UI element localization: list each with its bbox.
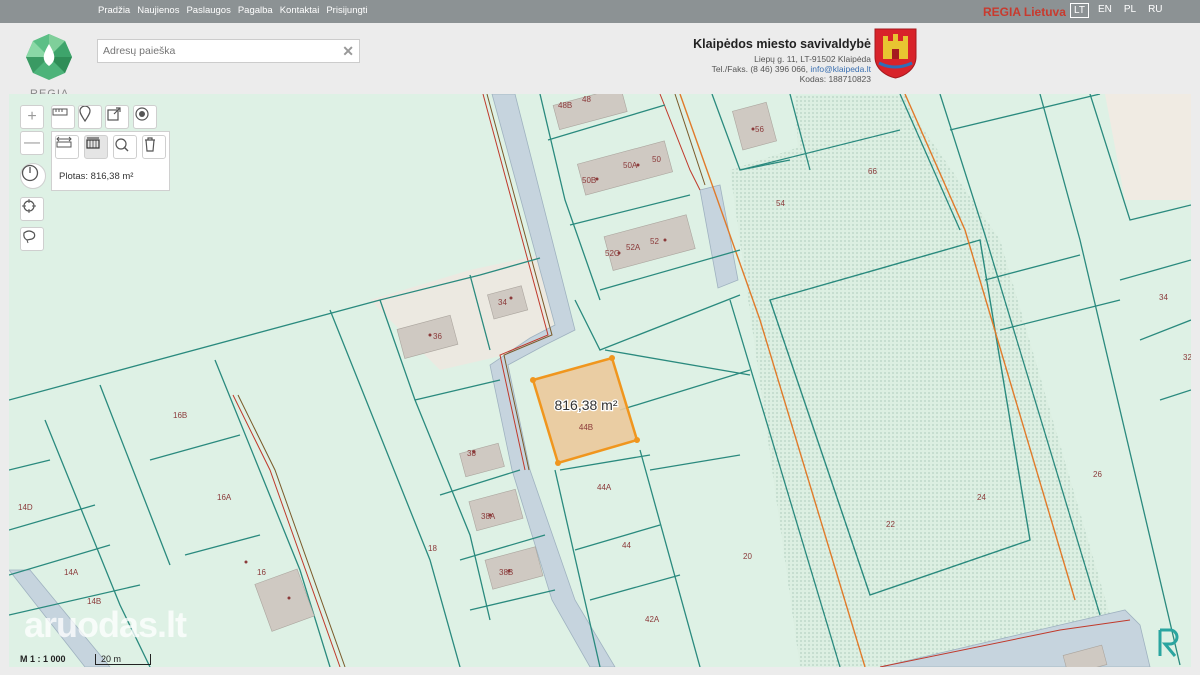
aruodas-watermark: aruodas.lt <box>24 604 187 645</box>
parcel-label: 14A <box>64 568 79 577</box>
crosshair-icon <box>22 199 36 213</box>
municipality-code: Kodas: 188710823 <box>799 74 871 84</box>
scale-ratio: M 1 : 1 000 <box>20 654 66 664</box>
nav-item-login[interactable]: Prisijungti <box>326 5 367 16</box>
parcel-label: 50A <box>623 161 638 170</box>
parcel-label: 44 <box>622 541 631 550</box>
selected-parcel-number: 44B <box>579 423 593 432</box>
parcel-label: 42A <box>645 615 660 624</box>
parcel-label: 38 <box>467 449 476 458</box>
page-header: REGIA ✕ Klaipėdos miesto savivaldybė Lie… <box>0 23 1200 100</box>
selected-area-label: 816,38 m² <box>554 397 617 413</box>
municipality-contacts: Tel./Faks. (8 46) 396 066, info@klaipeda… <box>693 64 871 74</box>
trash-icon <box>145 137 155 152</box>
lang-en[interactable]: EN <box>1095 3 1115 18</box>
map-scale: M 1 : 1 000 <box>20 654 66 664</box>
parcel-label: 16B <box>173 411 187 420</box>
language-switcher: LT EN PL RU <box>1070 3 1166 18</box>
parcel-label: 22 <box>886 520 895 529</box>
main-nav: Pradžia Naujienos Paslaugos Pagalba Kont… <box>98 5 368 16</box>
parcel-label: 18 <box>428 544 437 553</box>
parcel-label: 16 <box>257 568 266 577</box>
registru-centras-logo-icon <box>1158 628 1179 657</box>
parcel-label: 38B <box>499 568 513 577</box>
parcel-label: 20 <box>743 552 752 561</box>
delete-measure-button[interactable] <box>142 135 166 159</box>
parcel-label: 52A <box>626 243 641 252</box>
parcel-label: 26 <box>1093 470 1102 479</box>
parcel-label: 34 <box>1159 293 1168 302</box>
nav-item-home[interactable]: Pradžia <box>98 5 130 16</box>
cadastral-map: 816,38 m² 44B 48B 48 56 66 50A 50 50B 54… <box>9 94 1191 667</box>
compass-icon <box>21 164 39 182</box>
municipality-info: Klaipėdos miesto savivaldybė Liepų g. 11… <box>693 37 871 84</box>
share-button[interactable] <box>105 105 129 129</box>
clear-search-icon[interactable]: ✕ <box>342 43 354 60</box>
parcel-label: 36 <box>433 332 442 341</box>
measured-area-text: Plotas: 816,38 m² <box>59 171 134 182</box>
parcel-label: 48 <box>582 95 591 104</box>
distance-tool-button[interactable] <box>55 135 79 159</box>
municipality-address: Liepų g. 11, LT-91502 Klaipėda <box>754 54 871 64</box>
lang-ru[interactable]: RU <box>1145 3 1165 18</box>
parcel-label: 56 <box>755 125 764 134</box>
target-button[interactable] <box>133 105 157 129</box>
parcel-label: 24 <box>977 493 986 502</box>
parcel-label: 54 <box>776 199 785 208</box>
ruler-icon <box>52 108 68 116</box>
zoom-in-button[interactable]: + <box>20 105 44 129</box>
area-tool-button[interactable] <box>84 135 108 159</box>
address-search: ✕ <box>97 39 360 63</box>
regia-lietuva-link[interactable]: REGIA Lietuva <box>983 5 1066 19</box>
parcel-label: 38A <box>481 512 496 521</box>
share-icon <box>107 107 121 121</box>
locate-button[interactable] <box>20 197 44 221</box>
parcel-label: 52 <box>650 237 659 246</box>
lasso-button[interactable] <box>20 227 44 251</box>
map-canvas[interactable]: 816,38 m² 44B 48B 48 56 66 50A 50 50B 54… <box>9 94 1191 667</box>
parcel-label: 66 <box>868 167 877 176</box>
marker-button[interactable] <box>78 105 102 129</box>
distance-icon <box>56 136 72 148</box>
lang-lt[interactable]: LT <box>1070 3 1089 18</box>
address-search-input[interactable] <box>98 40 333 62</box>
refresh-icon <box>115 138 129 152</box>
refresh-measure-button[interactable] <box>113 135 137 159</box>
nav-item-news[interactable]: Naujienos <box>137 5 179 16</box>
parcel-label: 48B <box>558 101 572 110</box>
target-icon <box>135 107 149 121</box>
top-navigation-bar: Pradžia Naujienos Paslaugos Pagalba Kont… <box>0 0 1200 23</box>
parcel-label: 34 <box>498 298 507 307</box>
lang-pl[interactable]: PL <box>1121 3 1139 18</box>
scale-bar: 20 m <box>95 654 151 665</box>
zoom-out-button[interactable]: — <box>20 131 44 155</box>
parcel-label: 14D <box>18 503 33 512</box>
municipality-email-link[interactable]: info@klaipeda.lt <box>810 64 871 74</box>
parcel-label: 50B <box>582 176 596 185</box>
nav-item-contacts[interactable]: Kontaktai <box>280 5 320 16</box>
marker-icon <box>79 106 91 122</box>
plus-icon: + <box>27 108 37 125</box>
nav-item-help[interactable]: Pagalba <box>238 5 273 16</box>
parcel-label: 50 <box>652 155 661 164</box>
lasso-icon <box>23 230 36 244</box>
parcel-label: 44A <box>597 483 612 492</box>
parcel-label: 16A <box>217 493 232 502</box>
municipality-phone: Tel./Faks. (8 46) 396 066, <box>711 64 809 74</box>
minus-icon: — <box>24 134 40 151</box>
municipality-name: Klaipėdos miesto savivaldybė <box>693 37 871 51</box>
area-icon <box>86 137 100 149</box>
parcel-label: 32 <box>1183 353 1191 362</box>
regia-logo-icon[interactable] <box>26 34 72 80</box>
coat-of-arms-icon <box>874 28 917 79</box>
compass-button[interactable] <box>20 163 46 189</box>
measure-button[interactable] <box>51 105 75 129</box>
measure-panel: Plotas: 816,38 m² <box>51 131 170 191</box>
nav-item-services[interactable]: Paslaugos <box>186 5 230 16</box>
